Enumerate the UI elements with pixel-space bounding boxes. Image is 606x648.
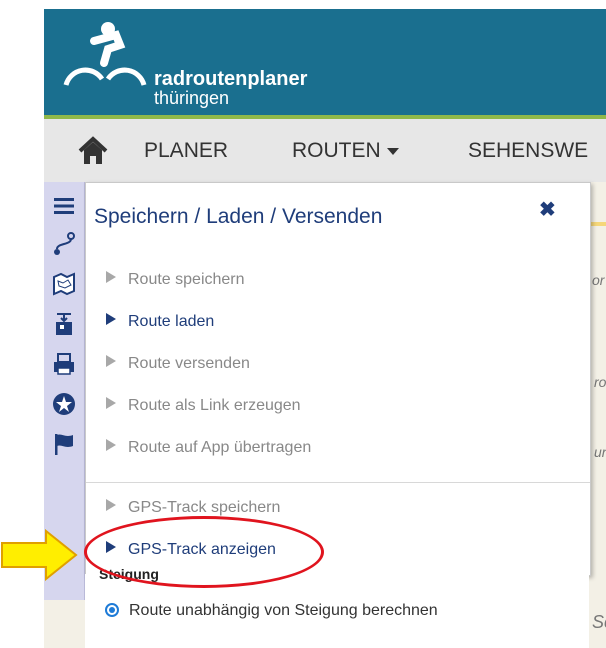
map-label: Sc xyxy=(592,612,606,632)
menu-item-label: Route versenden xyxy=(128,355,250,372)
triangle-right-icon xyxy=(106,499,116,511)
flag-icon[interactable] xyxy=(50,430,78,458)
route-icon[interactable] xyxy=(50,230,78,258)
highlight-ellipse xyxy=(84,516,324,588)
nav-sehenswert[interactable]: SEHENSWE xyxy=(468,139,588,163)
menu-gps-speichern[interactable]: GPS-Track speichern xyxy=(106,499,280,517)
export-icon[interactable] xyxy=(50,310,78,338)
main-nav: PLANER ROUTEN SEHENSWE xyxy=(44,119,606,183)
menu-item-label: Route als Link erzeugen xyxy=(128,397,301,414)
divider xyxy=(86,482,590,483)
menu-item-label: Route laden xyxy=(128,313,215,330)
nav-routen[interactable]: ROUTEN xyxy=(292,139,399,163)
app-header: radroutenplaner thüringen xyxy=(44,9,606,119)
cyclist-logo-icon xyxy=(63,22,147,86)
brand-sub: thüringen xyxy=(154,88,230,108)
menu-route-versenden[interactable]: Route versenden xyxy=(106,355,250,373)
map-label: or xyxy=(592,272,605,288)
menu-route-speichern[interactable]: Route speichern xyxy=(106,271,245,289)
triangle-right-icon xyxy=(106,439,116,451)
menu-route-app[interactable]: Route auf App übertragen xyxy=(106,439,311,457)
triangle-right-icon xyxy=(106,271,116,283)
radio-selected-icon[interactable] xyxy=(105,603,119,617)
panel-title: Speichern / Laden / Versenden xyxy=(94,205,383,228)
menu-route-laden[interactable]: Route laden xyxy=(106,313,214,331)
brand: radroutenplaner thüringen xyxy=(154,69,307,107)
arrow-right-icon xyxy=(1,529,78,581)
menu-item-label: Route speichern xyxy=(128,271,245,288)
close-icon[interactable]: ✖ xyxy=(539,197,556,222)
map-icon[interactable] xyxy=(50,270,78,298)
nav-planer[interactable]: PLANER xyxy=(144,139,228,163)
menu-item-label: GPS-Track speichern xyxy=(128,499,281,516)
chevron-down-icon xyxy=(386,147,399,155)
nav-routen-label: ROUTEN xyxy=(292,139,381,162)
star-icon[interactable] xyxy=(50,390,78,418)
nav-planer-label: PLANER xyxy=(144,139,229,162)
triangle-right-icon xyxy=(106,397,116,409)
menu-item-label: Route auf App übertragen xyxy=(128,439,312,456)
map-label: un xyxy=(594,444,606,460)
radio-steigung-unabhaengig[interactable]: Route unabhängig von Steigung berechnen xyxy=(105,602,438,620)
map-label: ro xyxy=(594,374,606,390)
save-load-panel: Speichern / Laden / Versenden ✖ Route sp… xyxy=(85,182,591,576)
nav-sehenswert-label: SEHENSWE xyxy=(468,139,589,162)
menu-route-link[interactable]: Route als Link erzeugen xyxy=(106,397,301,415)
radio-label: Route unabhängig von Steigung berechnen xyxy=(129,602,438,619)
brand-name: radroutenplaner xyxy=(154,68,308,90)
print-icon[interactable] xyxy=(50,350,78,378)
menu-icon[interactable] xyxy=(50,192,78,220)
triangle-right-icon xyxy=(106,313,116,325)
triangle-right-icon xyxy=(106,355,116,367)
home-icon[interactable] xyxy=(78,136,108,166)
